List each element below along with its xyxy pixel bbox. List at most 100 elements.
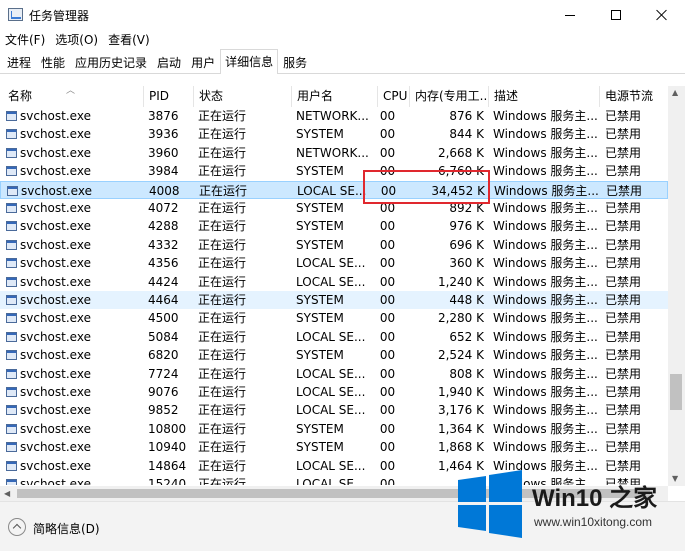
table-row[interactable]: svchost.exe 4424 正在运行 LOCAL SE... 00 1,240 K W… — [0, 273, 668, 291]
process-icon — [6, 221, 17, 232]
process-description: Windows 服务主... — [493, 421, 597, 436]
tab-startup[interactable]: 启动 — [152, 50, 186, 73]
process-memory: 844 K — [449, 127, 484, 142]
table-row[interactable]: svchost.exe 3960 正在运行 NETWORK... 00 2,668 K Wi… — [0, 144, 668, 162]
process-name: svchost.exe — [21, 183, 92, 198]
process-power-throttling: 已禁用 — [606, 183, 643, 198]
process-status: 正在运行 — [198, 477, 247, 485]
table-row[interactable]: svchost.exe 4500 正在运行 SYSTEM 00 2,280 K Window… — [0, 309, 668, 327]
close-button[interactable] — [639, 0, 685, 30]
column-username[interactable]: 用户名 — [292, 86, 378, 107]
process-username: SYSTEM — [296, 219, 344, 234]
process-description: Windows 服务主... — [494, 183, 598, 198]
process-pid: 4288 — [148, 219, 179, 234]
table-row[interactable]: svchost.exe 5084 正在运行 LOCAL SE... 00 652 K Win… — [0, 328, 668, 346]
process-pid: 9076 — [148, 385, 179, 399]
process-pid: 7724 — [148, 366, 179, 381]
table-row[interactable]: svchost.exe 6820 正在运行 SYSTEM 00 2,524 K Window… — [0, 346, 668, 364]
process-cpu: 00 — [379, 293, 396, 307]
tab-services[interactable]: 服务 — [278, 50, 312, 73]
table-row[interactable]: svchost.exe 3936 正在运行 SYSTEM 00 844 K Windows … — [0, 125, 668, 143]
process-username: SYSTEM — [296, 201, 344, 215]
collapse-icon[interactable] — [8, 518, 26, 536]
process-cpu: 00 — [379, 109, 396, 123]
process-name: svchost.exe — [20, 219, 91, 234]
process-cpu: 00 — [379, 237, 396, 252]
menu-view[interactable]: 查看(V) — [103, 30, 155, 50]
scroll-left-icon[interactable]: ◀ — [4, 489, 10, 498]
process-name: svchost.exe — [20, 366, 91, 381]
table-row[interactable]: svchost.exe 4356 正在运行 LOCAL SE... 00 360 K Win… — [0, 254, 668, 272]
table-row[interactable]: svchost.exe 4288 正在运行 SYSTEM 00 976 K Windows … — [0, 217, 668, 235]
process-memory: 1,364 K — [437, 421, 484, 436]
process-name: svchost.exe — [20, 421, 91, 436]
process-cpu: 00 — [379, 366, 396, 381]
column-description[interactable]: 描述 — [489, 86, 600, 107]
column-pid[interactable]: PID — [144, 86, 194, 107]
process-icon — [6, 129, 17, 140]
tab-app-history[interactable]: 应用历史记录 — [70, 50, 152, 73]
table-row[interactable]: svchost.exe 3984 正在运行 SYSTEM 00 6,760 K Window… — [0, 162, 668, 180]
process-pid: 4424 — [148, 274, 179, 289]
process-status: 正在运行 — [198, 440, 247, 455]
process-username: LOCAL SE... — [296, 403, 366, 418]
table-row[interactable]: svchost.exe 9852 正在运行 LOCAL SE... 00 3,176 K W… — [0, 401, 668, 419]
process-name: svchost.exe — [20, 237, 91, 252]
process-pid: 5084 — [148, 329, 179, 344]
process-power-throttling: 已禁用 — [605, 274, 642, 289]
process-cpu: 00 — [379, 477, 396, 485]
process-memory: 696 K — [449, 237, 484, 252]
process-status: 正在运行 — [198, 385, 247, 399]
process-description: Windows 服务主... — [493, 274, 597, 289]
vertical-scroll-thumb[interactable] — [670, 374, 682, 410]
vertical-scrollbar[interactable]: ▲ ▼ — [668, 86, 685, 486]
process-power-throttling: 已禁用 — [605, 311, 642, 326]
table-row[interactable]: svchost.exe 10800 正在运行 SYSTEM 00 1,364 K Windo… — [0, 420, 668, 438]
process-description: Windows 服务主... — [493, 366, 597, 381]
process-pid: 14864 — [148, 458, 187, 473]
process-status: 正在运行 — [198, 329, 247, 344]
process-name: svchost.exe — [20, 145, 91, 160]
process-description: Windows 服务主... — [493, 109, 597, 123]
process-icon — [6, 405, 17, 416]
tab-performance[interactable]: 性能 — [36, 50, 70, 73]
scroll-up-icon[interactable]: ▲ — [672, 88, 678, 97]
process-status: 正在运行 — [198, 145, 247, 160]
table-row[interactable]: svchost.exe 4072 正在运行 SYSTEM 00 892 K Windows … — [0, 199, 668, 217]
column-cpu[interactable]: CPU — [378, 86, 410, 107]
menu-file[interactable]: 文件(F) — [0, 30, 50, 50]
process-name: svchost.exe — [20, 256, 91, 271]
table-row[interactable]: svchost.exe 4008 正在运行 LOCAL SE... 00 34,452 K… — [0, 180, 668, 199]
process-power-throttling: 已禁用 — [605, 109, 642, 123]
process-pid: 4500 — [148, 311, 179, 326]
process-username: LOCAL SE... — [296, 458, 366, 473]
tab-users[interactable]: 用户 — [186, 50, 220, 73]
column-status[interactable]: 状态 — [194, 86, 292, 107]
tab-details[interactable]: 详细信息 — [220, 49, 279, 74]
process-cpu: 00 — [379, 329, 396, 344]
column-power-throttling[interactable]: 电源节流 — [600, 86, 668, 107]
table-row[interactable]: svchost.exe 4464 正在运行 SYSTEM 00 448 K Windows … — [0, 291, 668, 310]
process-description: Windows 服务主... — [493, 127, 597, 142]
table-row[interactable]: svchost.exe 7724 正在运行 LOCAL SE... 00 808 K Win… — [0, 365, 668, 383]
process-username: LOCAL SE... — [296, 274, 366, 289]
process-status: 正在运行 — [198, 293, 247, 307]
menu-options[interactable]: 选项(O) — [50, 30, 103, 50]
process-description: Windows 服务主... — [493, 329, 597, 344]
fewer-details-link[interactable]: 简略信息(D) — [33, 520, 100, 537]
process-memory: 2,524 K — [437, 348, 484, 363]
table-row[interactable]: svchost.exe 10940 正在运行 SYSTEM 00 1,868 K Windo… — [0, 438, 668, 456]
maximize-button[interactable] — [593, 0, 639, 30]
process-icon — [7, 185, 18, 196]
table-row[interactable]: svchost.exe 3876 正在运行 NETWORK... 00 876 K Wind… — [0, 107, 668, 125]
table-row[interactable]: svchost.exe 9076 正在运行 LOCAL SE... 00 1,940 K W… — [0, 383, 668, 401]
process-description: Windows 服务主... — [493, 145, 597, 160]
process-status: 正在运行 — [198, 348, 247, 363]
process-name: svchost.exe — [20, 127, 91, 142]
tab-processes[interactable]: 进程 — [2, 50, 36, 73]
column-memory[interactable]: 内存(专用工... — [410, 86, 489, 107]
table-row[interactable]: svchost.exe 4332 正在运行 SYSTEM 00 696 K Windows … — [0, 236, 668, 254]
process-description: Windows 服务主... — [493, 293, 597, 307]
process-pid: 3984 — [148, 164, 179, 179]
minimize-button[interactable] — [547, 0, 593, 30]
